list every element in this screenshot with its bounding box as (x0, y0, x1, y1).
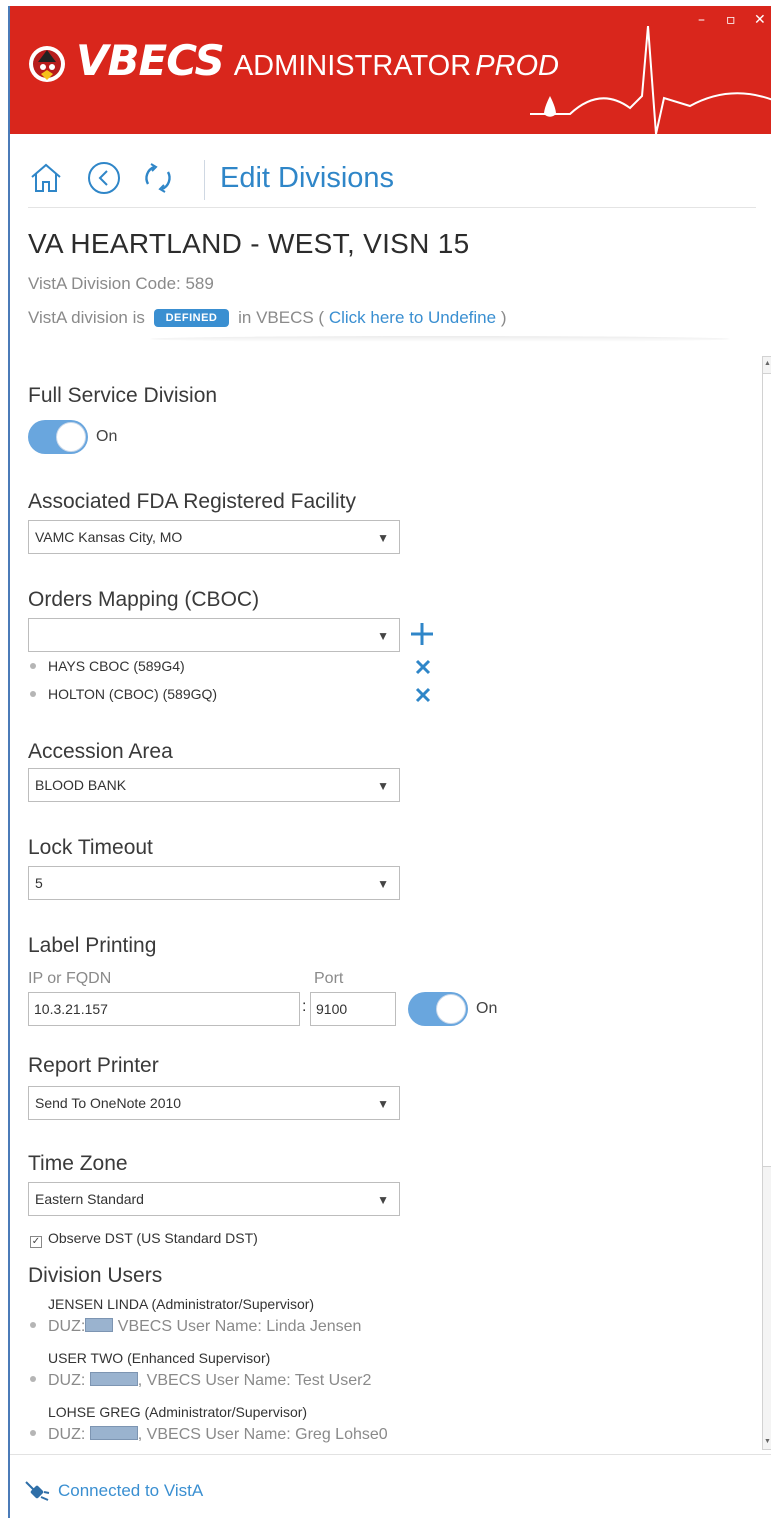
port-label: Port (314, 970, 344, 987)
home-icon[interactable] (28, 160, 64, 196)
chevron-down-icon: ▼ (377, 1097, 389, 1111)
chevron-down-icon: ▼ (377, 877, 389, 891)
orders-mapping-select[interactable]: ▼ (28, 618, 400, 652)
minimize-icon[interactable]: – (698, 12, 705, 28)
port-input[interactable]: 9100 (310, 992, 396, 1026)
accession-area-select[interactable]: BLOOD BANK ▼ (28, 768, 400, 802)
status-badge: DEFINED (153, 309, 230, 327)
division-status: VistA division is DEFINED in VBECS ( Cli… (28, 308, 507, 328)
fda-facility-value: VAMC Kansas City, MO (35, 529, 183, 545)
vbecs-logo-icon (29, 46, 65, 82)
report-printer-select[interactable]: Send To OneNote 2010 ▼ (28, 1086, 400, 1120)
nav-separator (204, 160, 205, 200)
toggle-knob (56, 422, 86, 452)
heartbeat-line-icon (530, 26, 771, 134)
user-name: LOHSE GREG (Administrator/Supervisor) (48, 1404, 308, 1420)
port-separator: : (302, 998, 307, 1015)
report-printer-value: Send To OneNote 2010 (35, 1095, 182, 1111)
ip-value: 10.3.21.157 (34, 1001, 108, 1017)
observe-dst-label: Observe DST (US Standard DST) (48, 1230, 258, 1246)
toggle-knob (436, 994, 466, 1024)
orders-mapping-item: HAYS CBOC (589G4) (48, 658, 185, 674)
label-printing-toggle[interactable] (408, 992, 468, 1026)
chevron-down-icon: ▼ (377, 531, 389, 545)
section-shadow (150, 336, 730, 342)
orders-mapping-label: Orders Mapping (CBOC) (28, 588, 260, 611)
user-detail: DUZ: , VBECS User Name: Test User2 (48, 1372, 372, 1389)
full-service-label: Full Service Division (28, 384, 218, 407)
observe-dst-checkbox[interactable]: ✓ Observe DST (US Standard DST) (30, 1230, 258, 1248)
user-name: USER TWO (Enhanced Supervisor) (48, 1350, 271, 1366)
full-service-toggle[interactable] (28, 420, 88, 454)
port-value: 9100 (316, 1001, 348, 1017)
add-icon[interactable] (408, 620, 436, 648)
scroll-down-icon[interactable]: ▼ (763, 1435, 771, 1449)
ip-label: IP or FQDN (28, 970, 112, 987)
user-detail: DUZ: VBECS User Name: Linda Jensen (48, 1318, 362, 1335)
user-name: JENSEN LINDA (Administrator/Supervisor) (48, 1296, 315, 1312)
connection-status-text: Connected to VistA (58, 1481, 204, 1500)
brand-main: VBECS (76, 36, 225, 85)
bullet-icon (30, 1430, 36, 1436)
refresh-icon[interactable] (140, 160, 176, 196)
chevron-down-icon: ▼ (377, 629, 389, 643)
close-icon[interactable]: ✕ (754, 12, 766, 28)
brand-sub: ADMINISTRATOR (233, 50, 472, 82)
vertical-scrollbar[interactable]: ▲ ▼ (762, 356, 771, 1450)
division-users-label: Division Users (28, 1264, 163, 1287)
fda-facility-label: Associated FDA Registered Facility (28, 490, 356, 513)
status-suffix: in VBECS ( (238, 308, 325, 327)
accession-area-value: BLOOD BANK (35, 777, 127, 793)
label-printing-label: Label Printing (28, 934, 157, 957)
redacted-duz (89, 1426, 138, 1440)
maximize-icon[interactable]: ▫ (726, 12, 736, 28)
back-icon[interactable] (86, 160, 122, 196)
checkbox-icon[interactable]: ✓ (30, 1236, 42, 1248)
list-item: HOLTON (CBOC) (589GQ) (30, 686, 217, 702)
scroll-thumb[interactable] (763, 373, 771, 1167)
accession-area-label: Accession Area (28, 740, 173, 763)
label-printing-toggle-text: On (476, 1000, 498, 1017)
chevron-down-icon: ▼ (377, 1193, 389, 1207)
title-bar: VBECS ADMINISTRATOR PROD – ▫ ✕ (10, 6, 771, 134)
fda-facility-select[interactable]: VAMC Kansas City, MO ▼ (28, 520, 400, 554)
chevron-down-icon: ▼ (377, 779, 389, 793)
division-name: VA HEARTLAND - WEST, VISN 15 (28, 228, 470, 259)
redacted-duz (89, 1372, 138, 1386)
connection-status: Connected to VistA (24, 1478, 203, 1502)
bullet-icon (30, 1322, 36, 1328)
time-zone-label: Time Zone (28, 1152, 128, 1175)
divider (28, 207, 756, 208)
app-brand: VBECS ADMINISTRATOR PROD (76, 36, 559, 85)
app-window: VBECS ADMINISTRATOR PROD – ▫ ✕ Edit Divisi… (8, 6, 771, 1518)
plug-icon (25, 1481, 50, 1501)
nav-bar: Edit Divisions (28, 154, 756, 204)
status-divider (10, 1454, 771, 1455)
division-code: VistA Division Code: 589 (28, 274, 214, 293)
status-close: ) (500, 308, 507, 327)
ip-input[interactable]: 10.3.21.157 (28, 992, 300, 1026)
time-zone-value: Eastern Standard (35, 1191, 144, 1207)
page-title: Edit Divisions (220, 162, 395, 194)
remove-icon[interactable] (414, 686, 432, 704)
report-printer-label: Report Printer (28, 1054, 159, 1077)
remove-icon[interactable] (414, 658, 432, 676)
list-item: HAYS CBOC (589G4) (30, 658, 185, 674)
lock-timeout-label: Lock Timeout (28, 836, 153, 859)
user-detail: DUZ: , VBECS User Name: Greg Lohse0 (48, 1426, 388, 1443)
bullet-icon (30, 1376, 36, 1382)
full-service-toggle-text: On (96, 428, 118, 445)
orders-mapping-item: HOLTON (CBOC) (589GQ) (48, 686, 218, 702)
undefine-link[interactable]: Click here to Undefine (329, 308, 496, 327)
lock-timeout-select[interactable]: 5 ▼ (28, 866, 400, 900)
scroll-up-icon[interactable]: ▲ (763, 357, 771, 371)
redacted-duz (85, 1318, 114, 1332)
lock-timeout-value: 5 (35, 875, 43, 891)
status-prefix: VistA division is (28, 308, 145, 327)
time-zone-select[interactable]: Eastern Standard ▼ (28, 1182, 400, 1216)
